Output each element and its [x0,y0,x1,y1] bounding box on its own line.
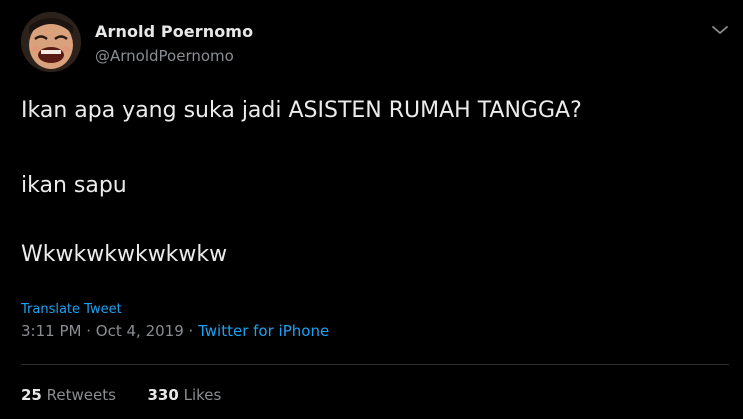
avatar-image [21,12,81,72]
meta-separator: · [86,322,92,340]
tweet-source-link[interactable]: Twitter for iPhone [198,322,329,340]
likes-stat[interactable]: 330 Likes [148,386,222,404]
likes-count: 330 [147,386,179,404]
tweet-stats: 25 Retweets 330 Likes [21,386,221,404]
chevron-down-icon[interactable] [710,22,730,38]
tweet-time[interactable]: 3:11 PM [21,322,81,340]
user-handle[interactable]: @ArnoldPoernomo [95,47,234,65]
retweets-count: 25 [21,386,42,404]
tweet-text-line: Ikan apa yang suka jadi ASISTEN RUMAH TA… [21,98,582,123]
avatar[interactable] [21,12,81,72]
tweet-card: Arnold Poernomo @ArnoldPoernomo Ikan apa… [0,0,743,419]
retweets-stat[interactable]: 25 Retweets [21,386,121,404]
meta-separator: · [188,322,194,340]
tweet-text-line: ikan sapu [21,173,127,198]
display-name[interactable]: Arnold Poernomo [95,22,253,41]
translate-tweet-link[interactable]: Translate Tweet [21,302,122,317]
tweet-text-line: Wkwkwkwkwkwkw [21,242,228,267]
likes-label: Likes [183,386,222,404]
tweet-meta: 3:11 PM · Oct 4, 2019 · Twitter for iPho… [21,322,329,340]
tweet-date[interactable]: Oct 4, 2019 [96,322,184,340]
divider [21,364,729,365]
retweets-label: Retweets [46,386,116,404]
